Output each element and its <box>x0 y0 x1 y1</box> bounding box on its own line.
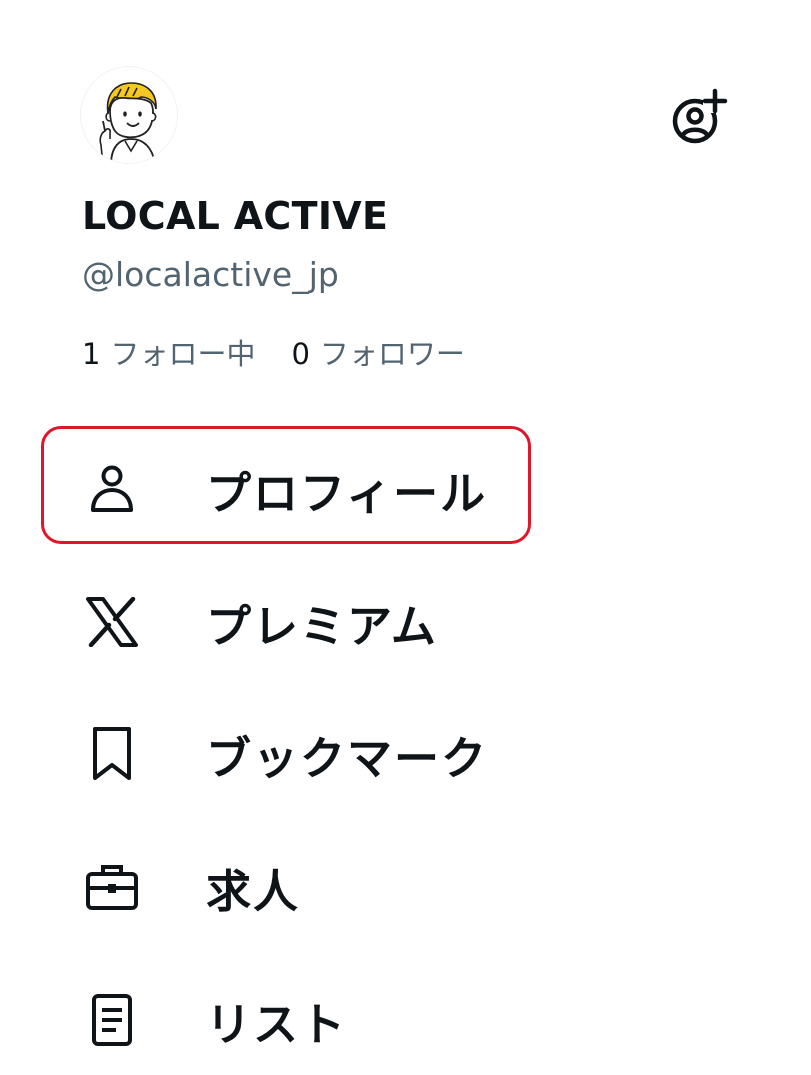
follow-stats: 1 フォロー中 0 フォロワー <box>82 331 465 373</box>
avatar[interactable] <box>80 66 178 164</box>
list-icon <box>82 990 142 1050</box>
bookmark-icon <box>82 724 142 784</box>
menu-item-lists[interactable]: リスト <box>0 965 811 1075</box>
person-icon <box>82 459 142 519</box>
menu-item-profile[interactable]: プロフィール <box>0 434 811 544</box>
profile-display-name[interactable]: LOCAL ACTIVE <box>82 194 388 238</box>
following-label: フォロー中 <box>110 337 256 371</box>
menu-item-bookmarks[interactable]: ブックマーク <box>0 699 811 809</box>
followers-label: フォロワー <box>319 337 465 371</box>
menu-item-label: プロフィール <box>206 466 488 520</box>
menu-item-label: リスト <box>206 997 348 1051</box>
followers-link[interactable]: 0 フォロワー <box>291 331 464 373</box>
x-logo-icon <box>82 592 142 652</box>
menu-item-jobs[interactable]: 求人 <box>0 832 811 942</box>
menu-item-label: 求人 <box>206 864 301 918</box>
briefcase-icon <box>82 857 142 917</box>
menu-item-label: ブックマーク <box>206 731 489 785</box>
menu-item-premium[interactable]: プレミアム <box>0 567 811 677</box>
following-count: 1 <box>82 337 101 371</box>
following-link[interactable]: 1 フォロー中 <box>82 331 255 373</box>
add-account-button[interactable] <box>668 86 730 148</box>
menu-item-label: プレミアム <box>206 599 438 653</box>
cartoon-avatar-icon <box>99 82 157 163</box>
add-account-icon <box>672 88 728 144</box>
profile-handle[interactable]: @localactive_jp <box>82 255 339 294</box>
followers-count: 0 <box>291 337 310 371</box>
